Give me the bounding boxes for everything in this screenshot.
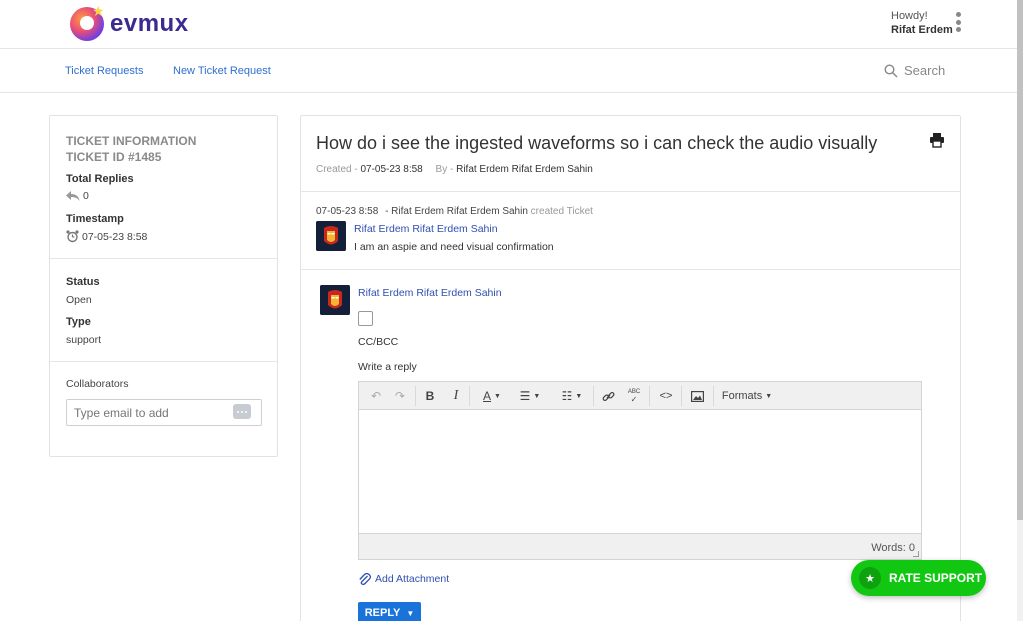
search-label: Search <box>904 63 946 78</box>
thread-action: created Ticket <box>530 206 593 217</box>
image-icon[interactable] <box>687 387 707 405</box>
logo-icon: ★ <box>70 4 105 41</box>
total-replies-label: Total Replies <box>66 173 134 185</box>
rate-support-button[interactable]: ★ RATE SUPPORT <box>851 560 986 596</box>
nav-new-ticket-request[interactable]: New Ticket Request <box>173 65 271 77</box>
type-value: support <box>66 334 102 346</box>
timestamp-value: 07-05-23 8:58 <box>66 230 147 243</box>
section-divider <box>301 191 960 192</box>
search-button[interactable]: Search <box>884 63 945 78</box>
add-attachment-label: Add Attachment <box>375 573 450 585</box>
ticket-meta: Created - 07-05-23 8:58 By - Rifat Erdem… <box>316 164 593 175</box>
ticket-main-panel: How do i see the ingested waveforms so i… <box>300 115 961 621</box>
user-name: Rifat Erdem <box>891 24 953 36</box>
bullet-list-icon[interactable]: ☰ ▼ <box>513 387 547 405</box>
ticket-title: How do i see the ingested waveforms so i… <box>316 133 878 153</box>
numbered-list-icon[interactable]: ☷ ▼ <box>555 387 589 405</box>
thread-meta: 07-05-23 8:58 - Rifat Erdem Rifat Erdem … <box>316 206 593 217</box>
ticket-id: TICKET ID #1485 <box>66 150 162 164</box>
undo-icon[interactable]: ↶ <box>367 387 385 405</box>
alarm-clock-icon <box>66 230 79 243</box>
status-value: Open <box>66 294 92 306</box>
total-replies-count: 0 <box>83 190 89 202</box>
italic-icon[interactable]: I <box>447 387 465 405</box>
chevron-down-icon: ▼ <box>406 608 415 618</box>
nav-ticket-requests[interactable]: Ticket Requests <box>65 65 143 77</box>
user-greeting: Howdy! Rifat Erdem <box>891 9 953 37</box>
word-count: Words: 0 <box>871 542 915 554</box>
thread-timestamp: 07-05-23 8:58 <box>316 206 379 217</box>
editor-statusbar: Words: 0 <box>359 533 921 559</box>
toolbar-divider <box>649 386 650 406</box>
toolbar-divider <box>469 386 470 406</box>
user-menu-icon[interactable] <box>955 12 961 32</box>
formats-dropdown[interactable]: Formats ▼ <box>719 387 775 405</box>
reply-icon <box>66 191 80 201</box>
reply-button-label: REPLY <box>364 607 401 619</box>
created-label: Created - <box>316 164 358 175</box>
cc-bcc-checkbox[interactable] <box>358 311 373 326</box>
text-color-icon[interactable]: A ▼ <box>475 387 509 405</box>
created-date: 07-05-23 8:58 <box>360 164 423 175</box>
star-icon: ★ <box>859 567 881 589</box>
toolbar-divider <box>681 386 682 406</box>
write-reply-label: Write a reply <box>358 361 417 373</box>
thread-actor: - Rifat Erdem Rifat Erdem Sahin <box>385 206 528 217</box>
type-label: Type <box>66 316 91 328</box>
greeting-text: Howdy! <box>891 10 928 22</box>
toolbar-divider <box>415 386 416 406</box>
status-label: Status <box>66 276 100 288</box>
ticket-info-panel: TICKET INFORMATION TICKET ID #1485 Total… <box>49 115 278 457</box>
created-by: Rifat Erdem Rifat Erdem Sahin <box>456 164 593 175</box>
scrollbar-thumb[interactable] <box>1017 0 1023 520</box>
thread-author[interactable]: Rifat Erdem Rifat Erdem Sahin <box>354 223 498 235</box>
print-icon[interactable] <box>929 132 945 148</box>
search-icon <box>884 63 898 77</box>
info-heading-text: TICKET INFORMATION <box>66 134 197 148</box>
bold-icon[interactable]: B <box>421 387 439 405</box>
toolbar-divider <box>713 386 714 406</box>
source-code-icon[interactable]: <> <box>655 387 677 405</box>
total-replies-value: 0 <box>66 190 89 202</box>
editor-toolbar: ↶ ↷ B I A ▼ ☰ ▼ ☷ ▼ ABC ✓ <> Formats ▼ <box>359 382 921 410</box>
redo-icon[interactable]: ↷ <box>391 387 409 405</box>
collaborators-label: Collaborators <box>66 378 129 390</box>
by-label: By - <box>435 164 454 175</box>
ticket-info-heading: TICKET INFORMATION TICKET ID #1485 <box>66 133 196 165</box>
timestamp-label: Timestamp <box>66 213 124 225</box>
info-divider <box>50 361 277 362</box>
cc-bcc-label: CC/BCC <box>358 336 399 348</box>
reply-button[interactable]: REPLY ▼ <box>358 602 421 621</box>
spellcheck-icon[interactable]: ABC ✓ <box>625 387 643 405</box>
avatar <box>320 285 350 315</box>
rate-support-label: RATE SUPPORT <box>889 571 983 585</box>
section-divider <box>301 269 960 270</box>
avatar <box>316 221 346 251</box>
info-divider <box>50 258 277 259</box>
paperclip-icon <box>359 572 371 586</box>
formats-label: Formats <box>721 390 763 402</box>
reply-author[interactable]: Rifat Erdem Rifat Erdem Sahin <box>358 287 502 299</box>
brand-name: evmux <box>110 10 189 37</box>
nav-bar: Ticket Requests New Ticket Request Searc… <box>0 50 1017 93</box>
timestamp-text: 07-05-23 8:58 <box>82 230 148 243</box>
link-icon[interactable] <box>599 387 617 405</box>
reply-editor: ↶ ↷ B I A ▼ ☰ ▼ ☷ ▼ ABC ✓ <> Formats ▼ Wor <box>358 381 922 560</box>
resize-handle[interactable] <box>913 551 919 557</box>
collaborator-options-icon[interactable] <box>233 404 251 419</box>
add-attachment-link[interactable]: Add Attachment <box>358 572 449 586</box>
toolbar-divider <box>593 386 594 406</box>
editor-body[interactable] <box>359 410 921 533</box>
thread-message: I am an aspie and need visual confirmati… <box>354 241 554 253</box>
brand-logo[interactable]: ★ evmux <box>70 4 189 41</box>
top-header: ★ evmux Howdy! Rifat Erdem <box>0 0 1017 49</box>
page-scrollbar[interactable] <box>1017 0 1023 621</box>
